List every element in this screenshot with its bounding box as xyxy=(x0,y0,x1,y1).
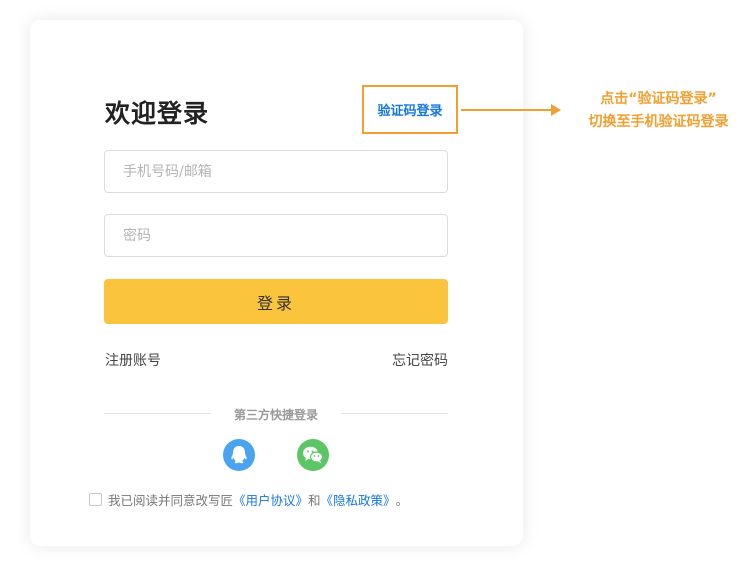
agreement-conjunction: 和 xyxy=(308,493,321,508)
password-input[interactable] xyxy=(121,226,431,245)
qq-icon xyxy=(231,446,247,464)
account-field-wrapper xyxy=(104,150,448,193)
login-card: 欢迎登录 验证码登录 登录 注册账号 忘记密码 第三方快捷登录 我已阅读并同 xyxy=(30,20,523,546)
annotation-arrow-head-icon xyxy=(551,104,561,116)
annotation-line-1: 点击“验证码登录” xyxy=(600,91,717,107)
agreement-row: 我已阅读并同意改写匠 《用户协议》 和 《隐私政策》 。 xyxy=(89,490,408,509)
account-input[interactable] xyxy=(121,162,431,181)
switch-highlight-box: 验证码登录 xyxy=(362,85,458,134)
agreement-prefix: 我已阅读并同意改写匠 xyxy=(108,493,234,508)
annotation-line-2: 切换至手机验证码登录 xyxy=(588,114,729,130)
login-button[interactable]: 登录 xyxy=(104,279,448,324)
third-party-login-label: 第三方快捷登录 xyxy=(233,408,318,422)
forgot-password-link[interactable]: 忘记密码 xyxy=(392,350,448,370)
wechat-icon xyxy=(303,446,324,464)
agreement-suffix: 。 xyxy=(395,493,409,508)
verification-code-login-link[interactable]: 验证码登录 xyxy=(377,100,442,119)
register-link[interactable]: 注册账号 xyxy=(105,350,161,370)
user-agreement-link[interactable]: 《用户协议》 xyxy=(233,490,308,509)
divider-right xyxy=(341,413,448,414)
annotation-text: 点击“验证码登录” 切换至手机验证码登录 xyxy=(566,88,751,134)
privacy-policy-link[interactable]: 《隐私政策》 xyxy=(321,490,396,509)
wechat-login-button[interactable] xyxy=(297,439,329,471)
page-title: 欢迎登录 xyxy=(105,99,210,128)
password-field-wrapper xyxy=(104,214,448,257)
qq-login-button[interactable] xyxy=(223,439,255,471)
divider-left xyxy=(104,413,211,414)
agreement-checkbox[interactable] xyxy=(89,493,102,506)
annotation-arrow-line xyxy=(461,109,551,111)
